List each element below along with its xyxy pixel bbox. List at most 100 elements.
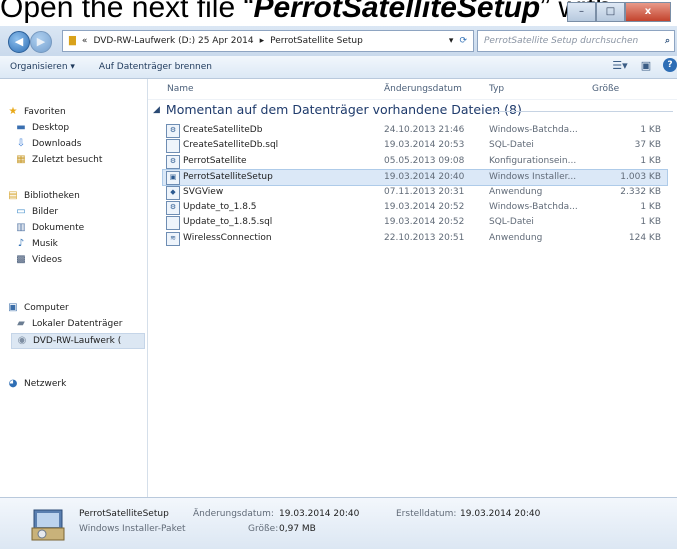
file-size: 1 KB <box>640 155 661 166</box>
search-icon[interactable]: ⌕ <box>665 36 670 46</box>
details-file-name: PerrotSatelliteSetup <box>79 509 169 519</box>
nav-local-disk[interactable]: ▰ Lokaler Datenträger <box>14 317 122 331</box>
explorer-window: – □ x ◀ ▶ ▇ « DVD-RW-Laufwerk (D:) 25 Ap… <box>0 2 677 549</box>
details-created-label: Erstelldatum: <box>396 509 457 519</box>
refresh-icon[interactable]: ⟳ <box>459 36 467 46</box>
details-created-value: 19.03.2014 20:40 <box>460 509 541 519</box>
videos-icon: ▩ <box>16 254 26 265</box>
file-row[interactable]: ◆ SVGView 07.11.2013 20:31 Anwendung 2.332 K… <box>163 185 667 200</box>
column-headers: Name Änderungsdatum Typ Größe <box>148 79 677 100</box>
dvd-drive-icon: ◉ <box>17 335 27 346</box>
address-dropdown-icon[interactable]: ▾ <box>449 36 454 46</box>
file-name: PerrotSatelliteSetup <box>183 172 273 183</box>
details-size-label: Größe: <box>248 524 279 534</box>
window-controls: – □ x <box>567 2 671 22</box>
column-header-name[interactable]: Name <box>167 84 194 94</box>
details-modified-label: Änderungsdatum: <box>193 509 274 519</box>
nav-desktop[interactable]: ▬ Desktop <box>14 121 69 135</box>
music-icon: ♪ <box>17 238 25 249</box>
file-size: 37 KB <box>634 140 661 151</box>
maximize-button[interactable]: □ <box>596 2 625 22</box>
file-row[interactable]: ⚙ PerrotSatellite 05.05.2013 09:08 Konfigur… <box>163 154 667 169</box>
file-date: 19.03.2014 20:52 <box>384 217 465 228</box>
application-icon: ◆ <box>166 185 180 200</box>
burn-to-disc-button[interactable]: Auf Datenträger brennen <box>99 62 212 72</box>
group-divider <box>493 111 673 112</box>
search-box[interactable]: PerrotSatellite Setup durchsuchen ⌕ <box>477 30 675 52</box>
wireless-icon: ≋ <box>166 231 180 246</box>
close-button[interactable]: x <box>625 2 671 22</box>
file-row[interactable]: ≋ WirelessConnection 22.10.2013 20:51 Anwen… <box>163 231 667 246</box>
details-modified-value: 19.03.2014 20:40 <box>279 509 360 519</box>
column-header-size[interactable]: Größe <box>592 84 619 94</box>
nav-downloads[interactable]: ⇩ Downloads <box>14 137 82 151</box>
nav-music[interactable]: ♪ Musik <box>14 237 58 251</box>
column-header-type[interactable]: Typ <box>489 84 504 94</box>
address-bar[interactable]: ▇ « DVD-RW-Laufwerk (D:) 25 Apr 2014 ▸ P… <box>62 30 474 52</box>
column-header-date[interactable]: Änderungsdatum <box>384 84 462 94</box>
command-bar: Organisieren ▾ Auf Datenträger brennen ☰… <box>0 56 677 79</box>
breadcrumb-drive[interactable]: DVD-RW-Laufwerk (D:) 25 Apr 2014 <box>93 36 253 46</box>
organize-menu[interactable]: Organisieren ▾ <box>10 62 75 72</box>
file-size: 1 KB <box>640 202 661 212</box>
nav-documents[interactable]: ▥ Dokumente <box>14 221 84 235</box>
minimize-button[interactable]: – <box>567 2 596 22</box>
group-header[interactable]: ◢ Momentan auf dem Datenträger vorhanden… <box>153 101 522 119</box>
nav-libraries[interactable]: ▤ Bibliotheken <box>6 189 80 203</box>
details-pane: PerrotSatelliteSetup Windows Installer-P… <box>0 497 677 549</box>
file-row[interactable]: ⚙ CreateSatelliteDb 24.10.2013 21:46 Window… <box>163 123 667 138</box>
installer-file-icon: ▣ <box>166 171 180 186</box>
back-button[interactable]: ◀ <box>8 31 30 53</box>
search-input[interactable]: PerrotSatellite Setup durchsuchen <box>484 36 665 46</box>
file-size: 1.003 KB <box>620 172 661 183</box>
file-date: 07.11.2013 20:31 <box>384 186 465 197</box>
nav-network[interactable]: ◕ Netzwerk <box>6 377 67 391</box>
file-name: SVGView <box>183 186 224 197</box>
downloads-icon: ⇩ <box>16 138 26 149</box>
breadcrumb-folder[interactable]: PerrotSatellite Setup <box>270 36 363 46</box>
nav-pictures[interactable]: ▭ Bilder <box>14 205 58 219</box>
file-name: PerrotSatellite <box>183 155 247 166</box>
caption-prefix: Open the next file “ <box>0 0 254 24</box>
caption-filename: PerrotSatelliteSetup <box>253 0 541 24</box>
nav-recent[interactable]: ▦ Zuletzt besucht <box>14 153 102 167</box>
view-controls: ☰▾ ▣ ? <box>611 58 677 72</box>
nav-computer[interactable]: ▣ Computer <box>6 301 68 315</box>
group-header-label: Momentan auf dem Datenträger vorhandene … <box>165 102 522 117</box>
breadcrumb-separator-icon[interactable]: ▸ <box>260 36 265 46</box>
file-type: Anwendung <box>489 232 543 243</box>
document-file-icon <box>166 139 180 154</box>
file-row[interactable]: Update_to_1.8.5.sql 19.03.2014 20:52 SQL-D… <box>163 215 667 231</box>
address-row: ◀ ▶ ▇ « DVD-RW-Laufwerk (D:) 25 Apr 2014… <box>0 26 677 56</box>
file-row[interactable]: CreateSatelliteDb.sql 19.03.2014 20:53 SQL… <box>163 138 667 154</box>
help-icon[interactable]: ? <box>663 58 677 72</box>
config-file-icon: ⚙ <box>166 154 180 169</box>
nav-dvd-drive[interactable]: ◉ DVD-RW-Laufwerk ( <box>11 333 145 349</box>
nav-network-label: Netzwerk <box>24 379 67 389</box>
file-type: Konfigurationsein... <box>489 155 577 166</box>
nav-dvd-drive-label: DVD-RW-Laufwerk ( <box>33 336 122 346</box>
file-size: 124 KB <box>628 232 661 243</box>
nav-favorites[interactable]: ★ Favoriten <box>6 105 66 119</box>
file-type: Windows-Batchda... <box>489 202 578 212</box>
folder-icon: ▇ <box>69 36 76 46</box>
documents-icon: ▥ <box>16 222 26 233</box>
hard-drive-icon: ▰ <box>17 318 25 329</box>
address-chevron[interactable]: « <box>82 36 88 46</box>
nav-downloads-label: Downloads <box>32 139 82 149</box>
nav-music-label: Musik <box>32 239 58 249</box>
batch-file-icon: ⚙ <box>166 201 180 215</box>
collapse-triangle-icon[interactable]: ◢ <box>153 101 160 119</box>
nav-favorites-label: Favoriten <box>24 107 66 117</box>
recent-places-icon: ▦ <box>16 154 26 165</box>
file-row[interactable]: ⚙ Update_to_1.8.5 19.03.2014 20:52 Windows-… <box>163 200 667 215</box>
preview-pane-icon[interactable]: ▣ <box>637 59 655 72</box>
file-name: WirelessConnection <box>183 232 272 243</box>
change-view-icon[interactable]: ☰▾ <box>611 59 629 72</box>
nav-local-disk-label: Lokaler Datenträger <box>32 319 123 329</box>
details-size-value: 0,97 MB <box>279 524 316 534</box>
desktop-icon: ▬ <box>16 122 26 133</box>
forward-button[interactable]: ▶ <box>30 31 52 53</box>
file-type: SQL-Datei <box>489 140 534 151</box>
nav-videos[interactable]: ▩ Videos <box>14 253 62 267</box>
